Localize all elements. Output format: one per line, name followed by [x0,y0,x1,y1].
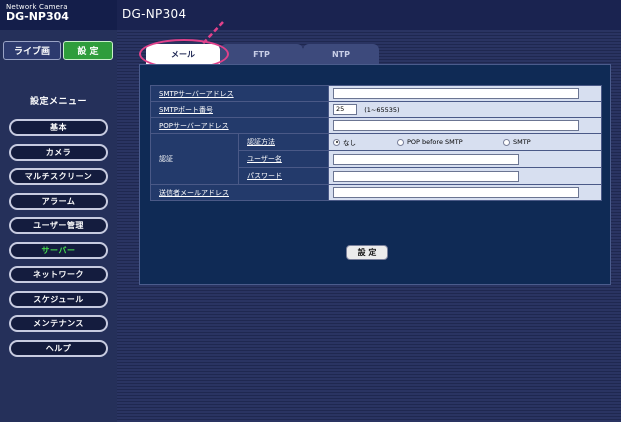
auth-method-options: なし POP before SMTP SMTP [333,137,597,147]
username-input[interactable] [333,153,519,165]
auth-option-pop-label: POP before SMTP [407,138,463,146]
smtp-port-cell: 25 (1~65535) [328,101,602,118]
form-row: SMTPサーバーアドレス [150,85,602,102]
mode-switch: ライブ画 設 定 [3,41,113,60]
auth-option-smtp-label: SMTP [513,138,531,146]
form-row: 送信者メールアドレス [150,184,602,201]
menu-item-alarm[interactable]: アラーム [9,192,108,210]
menu-title: 設定メニュー [29,97,87,107]
smtp-address-cell [328,85,602,102]
auth-option-none-label: なし [343,139,356,147]
help-button[interactable]: ヘルプ [9,340,108,357]
password-cell [328,167,602,185]
radio-unchecked-icon [397,138,404,146]
menu-item-network[interactable]: ネットワーク [9,266,108,283]
password-label: パスワード [238,167,329,185]
username-cell [328,150,602,168]
sender-address-cell [328,184,602,201]
menu-item-basic[interactable]: 基本 [9,119,108,136]
sender-address-label: 送信者メールアドレス [150,184,329,201]
smtp-address-input[interactable] [333,88,579,99]
auth-method-cell: なし POP before SMTP SMTP [328,133,602,151]
menu-item-camera[interactable]: カメラ [9,143,108,161]
auth-option-pop-before-smtp[interactable]: POP before SMTP [397,138,503,146]
radio-unchecked-icon [503,138,510,146]
submit-button[interactable]: 設 定 [346,245,388,260]
menu-item-server[interactable]: サーバー [9,241,108,259]
password-input[interactable] [333,170,519,182]
menu-item-maintenance[interactable]: メンテナンス [9,315,108,332]
settings-menu: 基本 カメラ マルチスクリーン アラーム ユーザー管理 サーバー ネットワーク … [9,119,108,365]
tab-ntp[interactable]: NTP [303,44,379,64]
brand-model: DG-NP304 [6,10,69,23]
live-view-button[interactable]: ライブ画 [3,41,61,60]
auth-option-none[interactable]: なし [333,137,397,147]
menu-item-schedule[interactable]: スケジュール [9,290,108,308]
auth-method-label: 認証方法 [238,133,329,151]
mail-settings-form: SMTPサーバーアドレス SMTPポート番号 25 (1~65535) POPサ… [150,85,602,201]
pop-address-label: POPサーバーアドレス [150,117,329,134]
brand-logo: Network Camera DG-NP304 [0,0,117,30]
auth-option-smtp[interactable]: SMTP [503,138,531,146]
sidebar: ライブ画 設 定 設定メニュー 基本 カメラ マルチスクリーン アラーム ユーザ… [0,30,117,422]
auth-group-label: 認証 [150,133,239,185]
tab-ftp[interactable]: FTP [220,44,303,64]
menu-item-multiscreen[interactable]: マルチスクリーン [9,168,108,185]
pop-address-input[interactable] [333,120,579,131]
form-row: SMTPポート番号 25 (1~65535) [150,101,602,118]
smtp-port-input[interactable]: 25 [333,104,357,115]
username-label: ユーザー名 [238,150,329,168]
smtp-port-range: (1~65535) [364,105,400,114]
page-title: DG-NP304 [122,7,187,21]
form-row: POPサーバーアドレス [150,117,602,134]
sender-address-input[interactable] [333,187,579,198]
smtp-address-label: SMTPサーバーアドレス [150,85,329,102]
main-content: メール FTP NTP SMTPサーバーアドレス SMTPポート番号 25 (1… [117,21,621,422]
smtp-port-label: SMTPポート番号 [150,101,329,118]
pop-address-cell [328,117,602,134]
setup-button[interactable]: 設 定 [63,41,113,60]
form-row: 認証 認証方法 なし POP before SMTP SMTP [150,133,602,185]
mail-settings-panel: SMTPサーバーアドレス SMTPポート番号 25 (1~65535) POPサ… [139,64,611,285]
radio-checked-icon [333,138,340,146]
menu-item-user-management[interactable]: ユーザー管理 [9,217,108,234]
